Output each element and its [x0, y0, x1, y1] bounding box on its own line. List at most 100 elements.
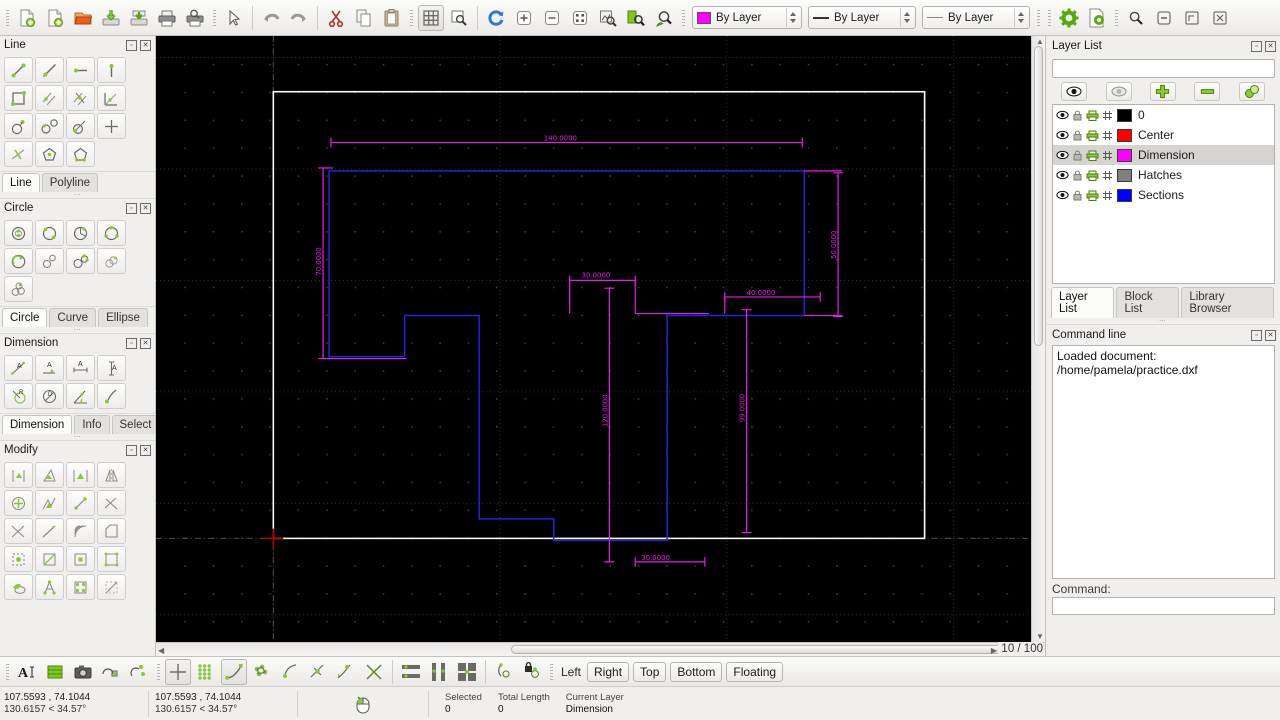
- line-polygon-corner-button[interactable]: [66, 141, 95, 167]
- layer-filter-input[interactable]: [1052, 59, 1275, 78]
- circle-tangential-2-button[interactable]: [66, 248, 95, 274]
- command-panel-close-button[interactable]: ✕: [1265, 329, 1276, 341]
- remove-layer-button[interactable]: [1194, 82, 1221, 101]
- circle-panel-close-button[interactable]: ✕: [140, 202, 151, 214]
- scroll-up-arrow[interactable]: ▲: [1036, 37, 1044, 46]
- modify-mirror-button[interactable]: [97, 462, 126, 488]
- layer-row-hatches[interactable]: Hatches: [1053, 165, 1274, 185]
- tab-info[interactable]: Info: [74, 415, 110, 434]
- dimension-panel-float-button[interactable]: ▫: [126, 337, 137, 349]
- layer-visibility-icon[interactable]: [1055, 110, 1070, 120]
- snap-free-button[interactable]: [165, 658, 191, 685]
- line-tangent-2circles-button[interactable]: [35, 113, 64, 139]
- restrict-orthogonal-button[interactable]: [454, 659, 480, 685]
- line-horizontal-button[interactable]: [66, 57, 95, 83]
- layer-print-icon[interactable]: [1085, 170, 1100, 181]
- layer-visibility-icon[interactable]: [1055, 130, 1070, 140]
- layer-lock-icon[interactable]: [1070, 130, 1085, 141]
- window-restore-button[interactable]: [1179, 5, 1205, 31]
- tab-ellipse[interactable]: Ellipse: [98, 308, 148, 327]
- layer-row-sections[interactable]: Sections: [1053, 185, 1274, 205]
- modify-stretch-button[interactable]: [35, 518, 64, 544]
- zoom-auto-button[interactable]: [567, 5, 593, 31]
- layer-lock-icon[interactable]: [1070, 190, 1085, 201]
- layer-visibility-icon[interactable]: [1055, 170, 1070, 180]
- save-button[interactable]: [98, 5, 124, 31]
- zoom-pan-button[interactable]: [623, 5, 649, 31]
- tab-curve[interactable]: Curve: [49, 308, 97, 327]
- line-panel-close-button[interactable]: ✕: [140, 39, 151, 51]
- pen-width-spinner[interactable]: [1014, 8, 1027, 27]
- dim-radial-button[interactable]: R: [4, 383, 33, 409]
- paste-button[interactable]: [379, 5, 405, 31]
- circle-inscribed-button[interactable]: [4, 248, 33, 274]
- modify-attributes-button[interactable]: [97, 546, 126, 572]
- line-bisector-button[interactable]: [97, 85, 126, 111]
- layer-row-center[interactable]: Center: [1053, 125, 1274, 145]
- layer-lock-icon[interactable]: [1070, 110, 1085, 121]
- snap-endpoint-button[interactable]: [221, 658, 247, 685]
- snap-grid-button[interactable]: [193, 659, 219, 685]
- zoom-redraw-button[interactable]: [483, 5, 509, 31]
- toolbar-drag-handle-7[interactable]: [1113, 6, 1120, 29]
- layer-print-icon[interactable]: [1085, 150, 1100, 161]
- window-minimize-button[interactable]: [1151, 5, 1177, 31]
- modify-paste-special-button[interactable]: [4, 574, 33, 600]
- modify-panel-close-button[interactable]: ✕: [140, 444, 151, 456]
- drawing-area[interactable]: 140.0000 70.0000 50.0000 30.0000 40.0000…: [156, 36, 1045, 656]
- modify-trim-amount-button[interactable]: [4, 518, 33, 544]
- circle-tangential-3-button[interactable]: [97, 248, 126, 274]
- cut-button[interactable]: [323, 5, 349, 31]
- zoom-out-button[interactable]: [539, 5, 565, 31]
- modify-trim-two-button[interactable]: [97, 490, 126, 516]
- circle-tangential-1-button[interactable]: [35, 248, 64, 274]
- layer-construction-icon[interactable]: [1100, 130, 1115, 141]
- dock-bottom-button[interactable]: Bottom: [670, 661, 723, 682]
- pen-linetype-spinner[interactable]: [900, 8, 913, 27]
- tab-select[interactable]: Select: [111, 415, 155, 434]
- modify-offset-button[interactable]: [35, 546, 64, 572]
- tab-dimension[interactable]: Dimension: [2, 415, 73, 434]
- pen-linetype-combo[interactable]: By Layer: [808, 6, 916, 29]
- line-panel-splitter[interactable]: ⋯: [0, 192, 155, 199]
- open-file-button[interactable]: [70, 5, 96, 31]
- tab-line[interactable]: Line: [2, 173, 40, 192]
- bottom-toolbar-handle[interactable]: [4, 660, 11, 683]
- lock-relative-zero-button[interactable]: [519, 659, 545, 685]
- line-tangent-orthogonal-button[interactable]: [66, 113, 95, 139]
- circle-center-point-button[interactable]: [4, 220, 33, 246]
- line-vertical-button[interactable]: [97, 57, 126, 83]
- bottom-toolbar-handle-2[interactable]: [155, 660, 162, 683]
- select-pointer-button[interactable]: [221, 5, 247, 31]
- modify-round-button[interactable]: [97, 518, 126, 544]
- new-from-template-button[interactable]: [42, 5, 68, 31]
- line-polygon-center-button[interactable]: [35, 141, 64, 167]
- circle-panel-float-button[interactable]: ▫: [126, 202, 137, 214]
- hide-all-layers-button[interactable]: [1105, 82, 1132, 101]
- copy-button[interactable]: [351, 5, 377, 31]
- block-insert-button[interactable]: [126, 659, 152, 685]
- layer-print-icon[interactable]: [1085, 190, 1100, 201]
- modify-trim-button[interactable]: [66, 490, 95, 516]
- dock-top-button[interactable]: Top: [633, 661, 667, 682]
- layer-construction-icon[interactable]: [1100, 170, 1115, 181]
- edit-layer-button[interactable]: [1238, 82, 1265, 101]
- circle-panel-splitter[interactable]: ⋯: [0, 327, 155, 334]
- line-relative-angle-button[interactable]: [4, 141, 33, 167]
- modify-divide-button[interactable]: [4, 546, 33, 572]
- toggle-grid-button[interactable]: [418, 4, 444, 31]
- restrict-vertical-button[interactable]: [426, 659, 452, 685]
- image-tool-button[interactable]: [70, 659, 96, 685]
- modify-move-button[interactable]: [4, 462, 33, 488]
- line-rectangle-button[interactable]: [4, 85, 33, 111]
- modify-explode-button[interactable]: [66, 546, 95, 572]
- layer-row-0[interactable]: 0: [1053, 105, 1274, 125]
- line-parallel-button[interactable]: [35, 85, 64, 111]
- tab-library-browser[interactable]: Library Browser: [1181, 287, 1274, 318]
- toolbar-drag-handle-2[interactable]: [211, 6, 218, 29]
- line-panel-float-button[interactable]: ▫: [126, 39, 137, 51]
- layer-construction-icon[interactable]: [1100, 150, 1115, 161]
- scroll-left-arrow[interactable]: ◀: [158, 646, 164, 655]
- dim-horizontal-button[interactable]: A: [66, 355, 95, 381]
- horizontal-scroll-thumb[interactable]: [511, 645, 1021, 654]
